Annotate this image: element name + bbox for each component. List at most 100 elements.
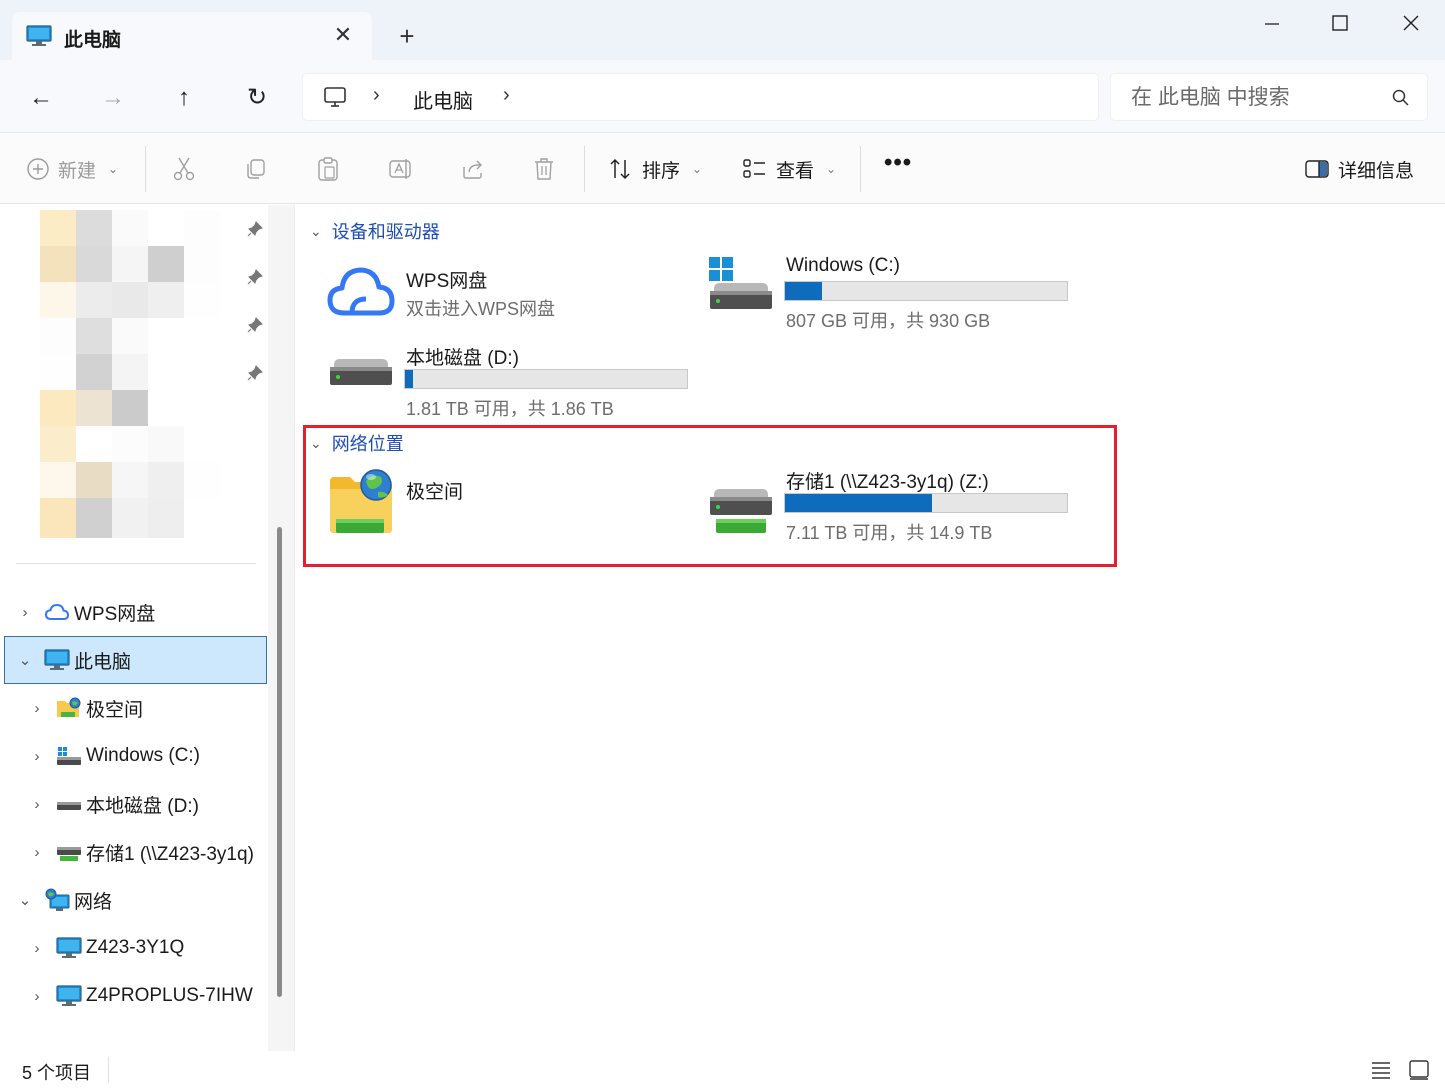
- quick-access-pinned-blurred: [40, 210, 220, 538]
- capacity-bar-fill: [785, 282, 822, 300]
- tile-windows-c[interactable]: Windows (C:) 807 GB 可用，共 930 GB: [706, 255, 1086, 335]
- tile-wps-cloud[interactable]: WPS网盘 双击进入WPS网盘: [326, 257, 686, 327]
- tree-item-local-d[interactable]: › 本地磁盘 (D:): [28, 780, 199, 828]
- tile-subtitle: 1.81 TB 可用，共 1.86 TB: [406, 399, 614, 419]
- tree-item-label: 此电脑: [74, 651, 132, 673]
- details-pane-label: 详细信息: [1338, 160, 1415, 182]
- chevron-right-icon[interactable]: ›: [16, 604, 34, 621]
- maximize-button[interactable]: [1320, 8, 1360, 38]
- paste-button[interactable]: [316, 154, 340, 184]
- tree-item-label: 存储1 (\\Z423-3y1q): [86, 843, 254, 865]
- tree-item-label: 本地磁盘 (D:): [86, 795, 199, 817]
- clipboard-icon: [318, 157, 338, 181]
- search-icon[interactable]: [1391, 88, 1411, 108]
- content-pane: ⌄ 设备和驱动器 WPS网盘 双击进入WPS网盘 Windows (C:) 80…: [298, 205, 1445, 1051]
- up-button[interactable]: ↑: [166, 80, 202, 116]
- pin-icon[interactable]: [246, 364, 264, 382]
- tile-name: 极空间: [406, 482, 464, 503]
- sidebar-divider: [16, 563, 256, 564]
- status-bar: 5 个项目: [0, 1051, 1445, 1089]
- address-bar[interactable]: › 此电脑 ›: [302, 73, 1099, 121]
- tiles-view-icon[interactable]: [1408, 1059, 1430, 1081]
- minimize-button[interactable]: [1252, 8, 1292, 38]
- tree-item-z423[interactable]: › Z423-3Y1Q: [28, 924, 184, 972]
- toolbar-divider: [145, 146, 146, 192]
- share-button[interactable]: [460, 154, 486, 184]
- tree-item-z4proplus[interactable]: › Z4PROPLUS-7IHW: [28, 972, 253, 1020]
- sidebar-scrollbar-thumb[interactable]: [277, 527, 282, 997]
- close-window-button[interactable]: [1391, 8, 1431, 38]
- chevron-down-icon[interactable]: ⌄: [16, 891, 34, 909]
- pin-icon[interactable]: [246, 316, 264, 334]
- sort-button-label: 排序: [642, 160, 681, 182]
- network-folder-icon: [57, 697, 81, 717]
- tree-item-zspace[interactable]: › 极空间: [28, 684, 143, 732]
- rename-button[interactable]: [388, 154, 414, 184]
- scissors-icon: [173, 157, 195, 181]
- chevron-right-icon[interactable]: ›: [28, 940, 46, 957]
- tree-item-label: Z4PROPLUS-7IHW: [86, 985, 253, 1006]
- chevron-right-icon[interactable]: ›: [28, 844, 46, 861]
- copy-button[interactable]: [244, 154, 268, 184]
- pin-icon[interactable]: [246, 268, 264, 286]
- network-icon: [45, 888, 70, 911]
- view-button[interactable]: 查看 ⌄: [742, 154, 836, 184]
- tile-local-d[interactable]: 本地磁盘 (D:) 1.81 TB 可用，共 1.86 TB: [326, 343, 706, 423]
- tab-close-button[interactable]: ✕: [330, 22, 356, 48]
- trash-icon: [535, 158, 553, 180]
- more-icon: •••: [884, 149, 913, 176]
- new-button[interactable]: 新建 ⌄: [26, 154, 118, 184]
- capacity-bar-fill: [405, 370, 413, 388]
- chevron-right-icon[interactable]: ›: [28, 700, 46, 717]
- refresh-button[interactable]: ↻: [239, 80, 275, 116]
- tab-this-pc[interactable]: 此电脑 ✕: [12, 12, 372, 62]
- breadcrumb-separator[interactable]: ›: [503, 84, 510, 107]
- new-tab-button[interactable]: +: [392, 22, 422, 52]
- chevron-down-icon[interactable]: ⌄: [310, 223, 322, 240]
- cut-button[interactable]: [172, 154, 196, 184]
- toolbar-divider: [860, 146, 861, 192]
- network-folder-icon: [330, 469, 392, 533]
- more-options-button[interactable]: •••: [884, 148, 912, 178]
- close-icon: [1403, 15, 1419, 31]
- network-drive-icon: [710, 489, 772, 533]
- chevron-right-icon[interactable]: ›: [28, 748, 46, 765]
- computer-icon: [44, 649, 70, 670]
- chevron-down-icon[interactable]: ⌄: [310, 435, 322, 452]
- forward-button[interactable]: →: [95, 80, 131, 116]
- tab-title: 此电脑: [64, 30, 122, 51]
- breadcrumb-separator[interactable]: ›: [373, 84, 380, 107]
- details-view-icon[interactable]: [1370, 1059, 1392, 1081]
- group-title: 设备和驱动器: [331, 222, 440, 242]
- pin-icon[interactable]: [246, 220, 264, 238]
- tile-storage1-z[interactable]: 存储1 (\\Z423-3y1q) (Z:) 7.11 TB 可用，共 14.9…: [706, 467, 1096, 547]
- group-header-network[interactable]: ⌄ 网络位置: [310, 430, 404, 456]
- tile-subtitle: 807 GB 可用，共 930 GB: [786, 311, 991, 331]
- back-button[interactable]: ←: [23, 80, 59, 116]
- tile-subtitle: 双击进入WPS网盘: [406, 299, 556, 319]
- chevron-right-icon[interactable]: ›: [28, 988, 46, 1005]
- sort-icon: [610, 158, 630, 180]
- tree-item-storage1[interactable]: › 存储1 (\\Z423-3y1q): [28, 828, 254, 876]
- sort-button[interactable]: 排序 ⌄: [608, 154, 702, 184]
- tile-zspace[interactable]: 极空间: [326, 467, 686, 542]
- tree-item-this-pc[interactable]: ⌄ 此电脑: [16, 636, 131, 684]
- windows-drive-icon: [709, 257, 772, 309]
- capacity-bar: [404, 369, 688, 389]
- title-bar: 此电脑 ✕ +: [0, 0, 1445, 62]
- share-icon: [463, 160, 482, 179]
- chevron-right-icon[interactable]: ›: [28, 796, 46, 813]
- monitor-icon: [324, 87, 346, 107]
- group-header-devices[interactable]: ⌄ 设备和驱动器: [310, 218, 440, 244]
- tree-item-wps-cloud[interactable]: › WPS网盘: [16, 588, 156, 636]
- chevron-down-icon[interactable]: ⌄: [16, 651, 34, 669]
- search-input[interactable]: [1131, 84, 1371, 112]
- breadcrumb-this-pc[interactable]: 此电脑: [413, 85, 473, 114]
- copy-icon: [247, 159, 265, 179]
- tree-item-windows-c[interactable]: › Windows (C:): [28, 732, 201, 780]
- tree-item-network[interactable]: ⌄ 网络: [16, 876, 112, 924]
- search-box[interactable]: [1110, 73, 1428, 121]
- delete-button[interactable]: [532, 154, 556, 184]
- details-pane-button[interactable]: 详细信息: [1304, 154, 1414, 184]
- tile-name: Windows (C:): [786, 255, 901, 276]
